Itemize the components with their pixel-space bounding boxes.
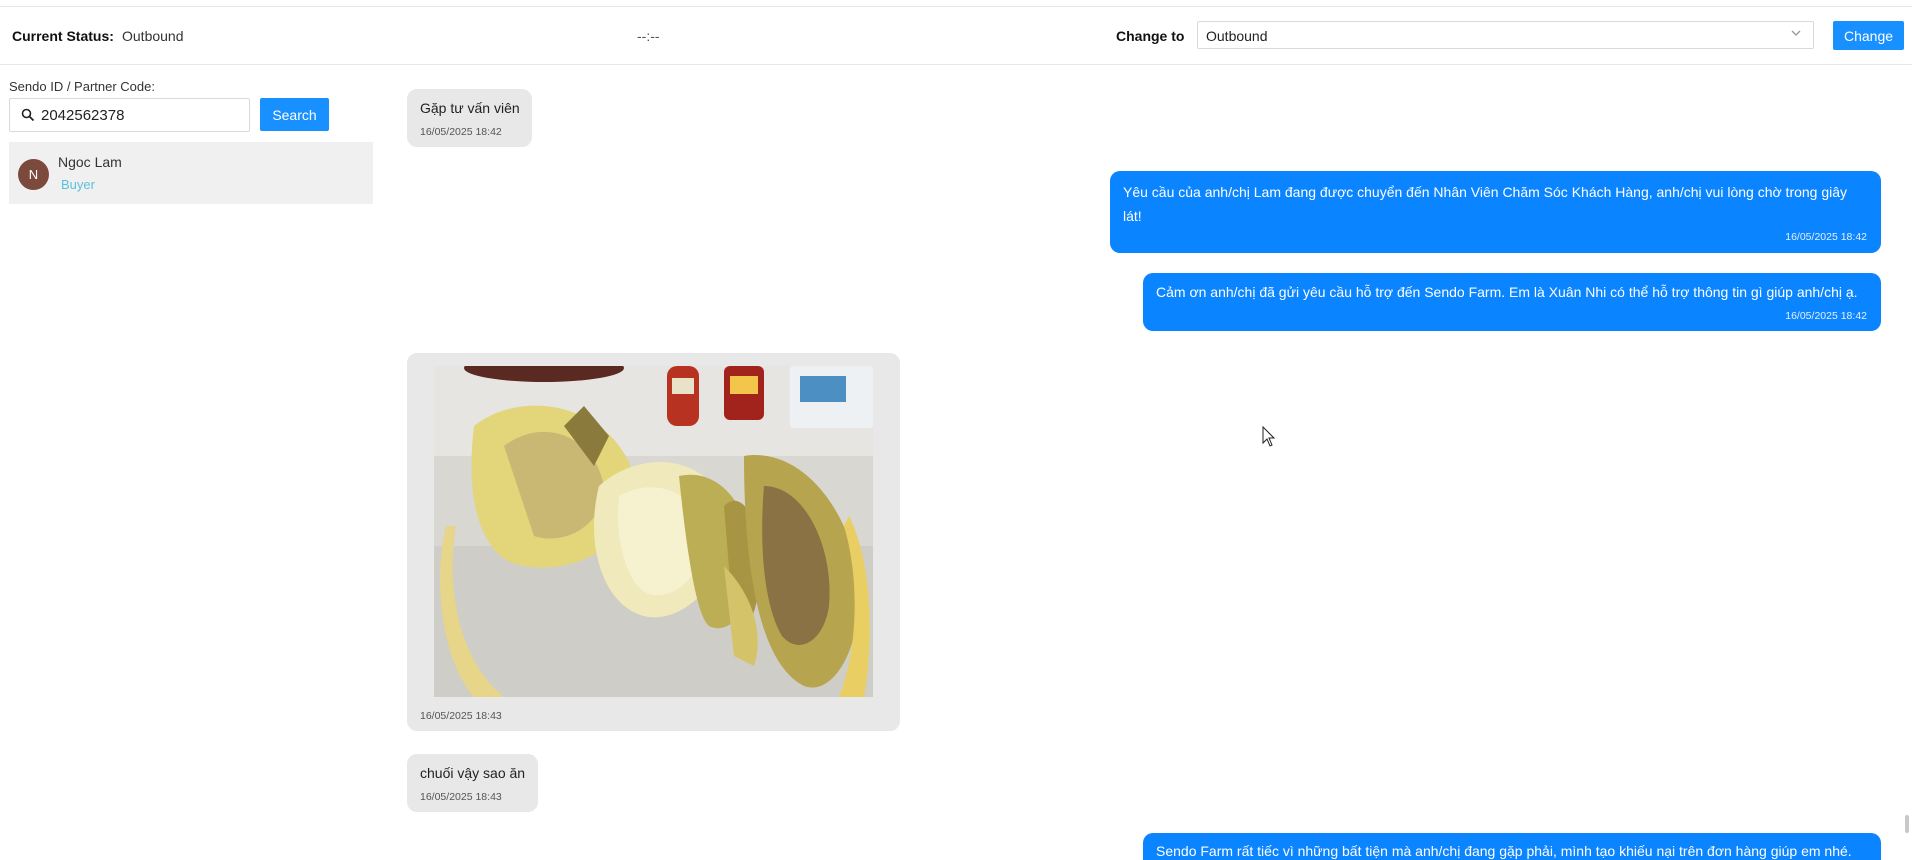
message-outgoing: Yêu cầu của anh/chị Lam đang được chuyển… <box>1110 171 1881 253</box>
status-select[interactable]: Outbound <box>1197 21 1814 49</box>
search-icon <box>21 108 35 122</box>
message-outgoing: Cảm ơn anh/chị đã gửi yêu cầu hỗ trợ đến… <box>1143 273 1881 331</box>
message-time: 16/05/2025 18:42 <box>420 126 502 138</box>
message-time: 16/05/2025 18:42 <box>1785 231 1867 243</box>
chevron-down-icon <box>1791 30 1801 36</box>
message-outgoing: Sendo Farm rất tiếc vì những bất tiện mà… <box>1143 833 1881 860</box>
search-field-label: Sendo ID / Partner Code: <box>9 79 155 94</box>
status-select-value: Outbound <box>1206 28 1268 44</box>
message-time: 16/05/2025 18:42 <box>1785 310 1867 322</box>
contact-role: Buyer <box>61 177 95 192</box>
contact-item[interactable]: N Ngoc Lam Buyer <box>9 142 373 204</box>
current-status-label: Current Status: <box>12 28 114 44</box>
mouse-cursor-icon <box>1262 426 1276 447</box>
message-time: 16/05/2025 18:43 <box>420 791 502 803</box>
change-to-label: Change to <box>1116 28 1185 44</box>
message-incoming: chuối vậy sao ăn 16/05/2025 18:43 <box>407 754 538 812</box>
banana-photo[interactable] <box>434 366 873 697</box>
call-timer: --:-- <box>637 28 660 44</box>
message-text: Sendo Farm rất tiếc vì những bất tiện mà… <box>1156 843 1852 859</box>
chat-thread[interactable]: Gặp tư vấn viên 16/05/2025 18:42 Yêu cầu… <box>380 65 1912 860</box>
message-incoming: Gặp tư vấn viên 16/05/2025 18:42 <box>407 89 532 147</box>
current-status-value: Outbound <box>122 28 184 44</box>
contact-name: Ngoc Lam <box>58 154 122 170</box>
message-text: Gặp tư vấn viên <box>420 100 520 116</box>
message-text: Cảm ơn anh/chị đã gửi yêu cầu hỗ trợ đến… <box>1156 284 1858 300</box>
message-text: Yêu cầu của anh/chị Lam đang được chuyển… <box>1123 184 1848 224</box>
search-box[interactable] <box>9 98 250 132</box>
avatar: N <box>18 159 49 190</box>
change-button[interactable]: Change <box>1833 21 1904 50</box>
chat-scrollbar[interactable] <box>1905 815 1909 833</box>
search-button[interactable]: Search <box>260 98 329 131</box>
message-text: chuối vậy sao ăn <box>420 765 526 781</box>
message-incoming-image: 16/05/2025 18:43 <box>407 353 900 731</box>
message-time: 16/05/2025 18:43 <box>420 710 502 722</box>
search-input[interactable] <box>41 105 241 125</box>
